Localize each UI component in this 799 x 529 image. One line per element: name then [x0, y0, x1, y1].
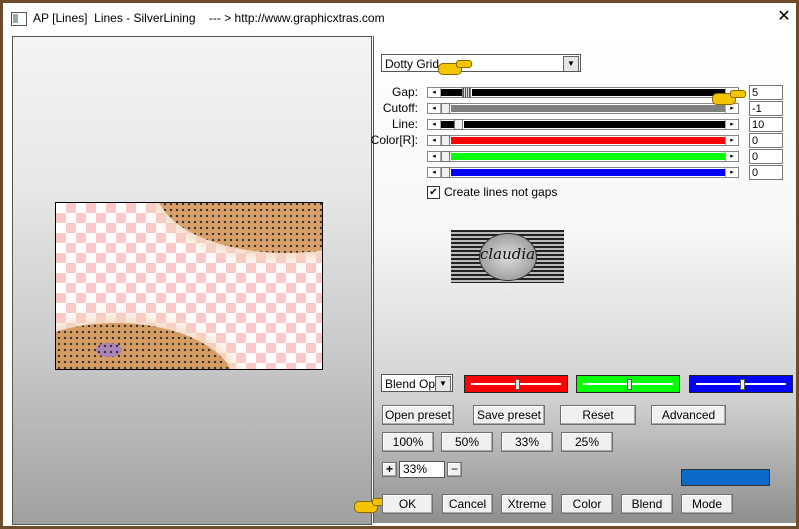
arrow-left-icon[interactable]: ◂ [428, 120, 441, 129]
cancel-button[interactable]: Cancel [442, 494, 493, 514]
blend-select[interactable]: Blend Optic ▼ [381, 374, 453, 392]
arrow-right-icon[interactable]: ▸ [725, 168, 738, 177]
reset-button[interactable]: Reset [560, 405, 636, 425]
zoom-25-button[interactable]: 25% [561, 432, 613, 452]
arrow-left-icon[interactable]: ◂ [428, 168, 441, 177]
zoom-value[interactable]: 33% [399, 461, 445, 478]
open-preset-button[interactable]: Open preset [382, 405, 454, 425]
slider-track[interactable]: ◂ ▸ [427, 119, 739, 130]
blend-button[interactable]: Blend [621, 494, 673, 514]
slider-track[interactable]: ◂ ▸ [427, 87, 739, 98]
title-bar: AP [Lines] Lines - SilverLining --- > ht… [3, 3, 796, 33]
blend-mini-slider[interactable] [464, 375, 568, 393]
preview-image[interactable] [55, 202, 323, 370]
slider-value[interactable]: 0 [749, 149, 783, 164]
slider-fill [451, 137, 725, 144]
color-button[interactable]: Color [561, 494, 613, 514]
slider-thumb[interactable] [441, 151, 450, 162]
slider-track[interactable]: ◂ ▸ [427, 151, 739, 162]
mode-button[interactable]: Mode [681, 494, 733, 514]
zoom-plus-button[interactable]: + [382, 462, 397, 477]
slider-thumb[interactable] [740, 379, 745, 390]
preview-shape-accent [96, 343, 122, 357]
chevron-down-icon[interactable]: ▼ [435, 376, 451, 391]
save-preset-button[interactable]: Save preset [473, 405, 545, 425]
arrow-left-icon[interactable]: ◂ [428, 104, 441, 113]
slider-thumb[interactable] [515, 379, 520, 390]
slider-thumb[interactable] [441, 135, 450, 146]
slider-fill [451, 105, 725, 112]
slider-label: Gap: [391, 85, 418, 99]
zoom-33-button[interactable]: 33% [501, 432, 553, 452]
slider-track[interactable]: ◂ ▸ [427, 167, 739, 178]
arrow-right-icon[interactable]: ▸ [725, 136, 738, 145]
slider-label: Cutoff: [382, 101, 418, 115]
close-icon[interactable]: ✕ [773, 6, 795, 28]
chevron-down-icon[interactable]: ▼ [563, 56, 579, 71]
ok-button[interactable]: OK [382, 494, 433, 514]
logo-text: claudia [479, 245, 536, 263]
slider-value[interactable]: 0 [749, 165, 783, 180]
zoom-100-button[interactable]: 100% [382, 432, 434, 452]
preview-pane [12, 36, 372, 525]
slider-value[interactable]: -1 [749, 101, 783, 116]
dialog-window: AP [Lines] Lines - SilverLining --- > ht… [0, 0, 799, 529]
arrow-right-icon[interactable]: ▸ [725, 120, 738, 129]
slider-track[interactable]: ◂ ▸ [427, 103, 739, 114]
arrow-right-icon[interactable]: ▸ [725, 104, 738, 113]
pointing-hand-icon [712, 89, 746, 105]
advanced-button[interactable]: Advanced [651, 405, 726, 425]
slider-fill [451, 169, 725, 176]
effect-select-value: Dotty Grid [385, 57, 440, 71]
preview-shape-bottom [56, 323, 236, 369]
slider-value[interactable]: 10 [749, 117, 783, 132]
slider-value[interactable]: 0 [749, 133, 783, 148]
slider-fill [464, 121, 725, 128]
zoom-minus-button[interactable]: − [447, 462, 462, 477]
xtreme-button[interactable]: Xtreme [501, 494, 553, 514]
zoom-50-button[interactable]: 50% [441, 432, 493, 452]
window-title: AP [Lines] Lines - SilverLining --- > ht… [33, 11, 385, 25]
slider-thumb[interactable] [462, 87, 471, 98]
arrow-left-icon[interactable]: ◂ [428, 136, 441, 145]
color-swatch[interactable] [681, 469, 770, 486]
claudia-logo: claudia [451, 230, 564, 283]
slider-fill-left [441, 89, 462, 96]
slider-fill [472, 89, 725, 96]
create-lines-checkbox[interactable]: ✔ [427, 186, 440, 199]
app-icon [11, 12, 27, 26]
slider-thumb[interactable] [627, 379, 632, 390]
slider-thumb[interactable] [454, 119, 463, 130]
preview-shape-top [156, 203, 322, 253]
slider-thumb[interactable] [441, 103, 450, 114]
slider-fill-left [441, 121, 454, 128]
slider-thumb[interactable] [441, 167, 450, 178]
slider-fill [451, 153, 725, 160]
slider-label: Color[R]: [370, 133, 418, 147]
arrow-left-icon[interactable]: ◂ [428, 88, 441, 97]
create-lines-label[interactable]: Create lines not gaps [444, 185, 557, 199]
pointing-hand-icon [438, 59, 472, 75]
arrow-right-icon[interactable]: ▸ [725, 152, 738, 161]
arrow-left-icon[interactable]: ◂ [428, 152, 441, 161]
pointing-hand-icon [354, 497, 388, 513]
blend-mini-slider[interactable] [689, 375, 793, 393]
slider-value[interactable]: 5 [749, 85, 783, 100]
slider-label: Line: [391, 117, 418, 131]
slider-track[interactable]: ◂ ▸ [427, 135, 739, 146]
effect-select[interactable]: Dotty Grid ▼ [381, 54, 581, 72]
blend-mini-slider[interactable] [576, 375, 680, 393]
